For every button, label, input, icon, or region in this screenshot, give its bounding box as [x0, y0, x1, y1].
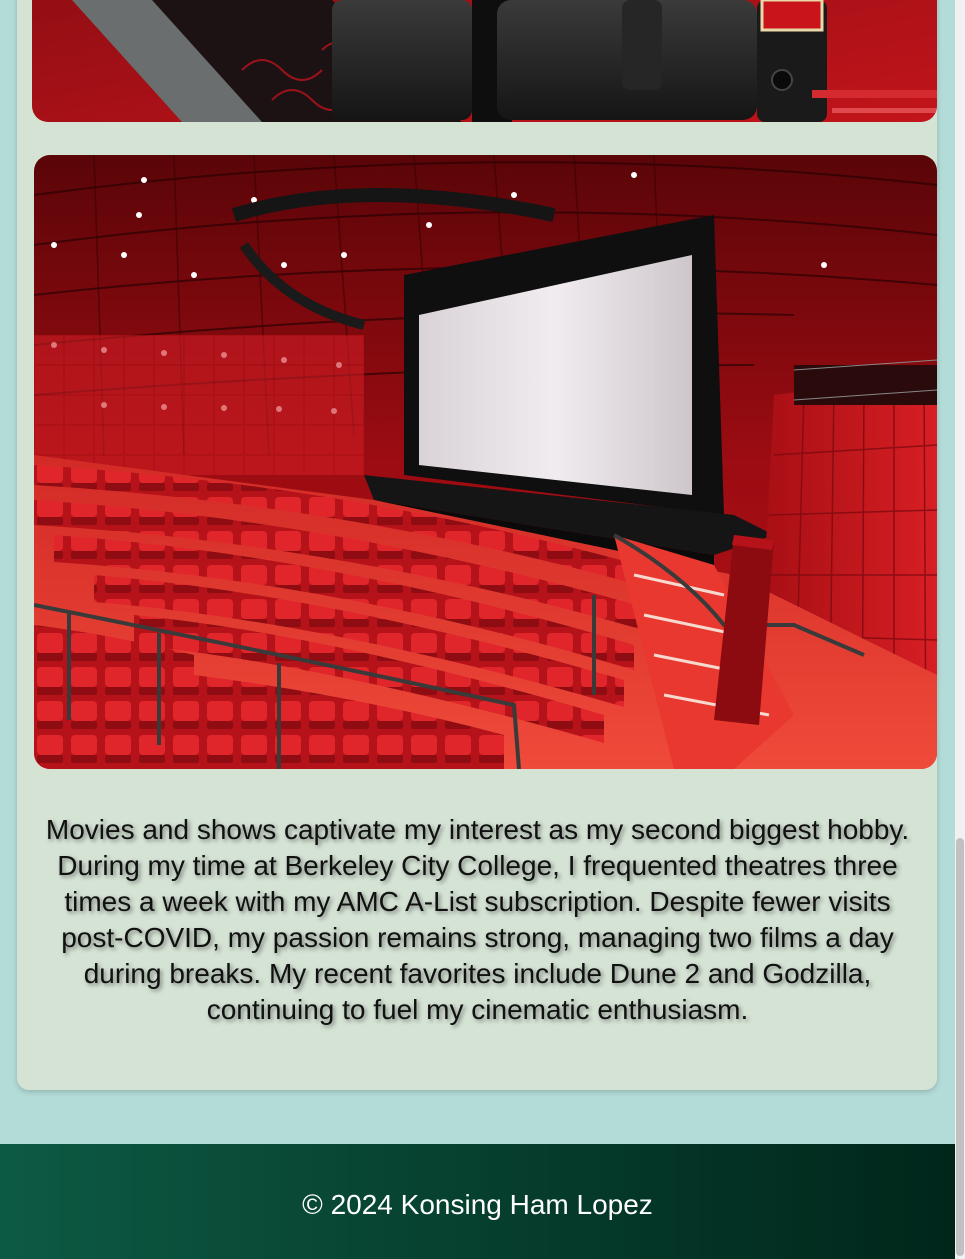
page-viewport: Movies and shows captivate my interest a…: [0, 0, 955, 1259]
hobby-description: Movies and shows captivate my interest a…: [45, 814, 910, 1025]
auditorium-illustration: [34, 155, 937, 769]
site-footer: © 2024 Konsing Ham Lopez: [0, 1144, 955, 1259]
vertical-scrollbar[interactable]: [955, 0, 965, 1259]
footer-copyright: © 2024 Konsing Ham Lopez: [302, 1189, 653, 1220]
theater-seats-illustration: [32, 0, 937, 122]
theater-seats-photo: [32, 0, 937, 122]
scrollbar-thumb[interactable]: [956, 838, 964, 1256]
theater-auditorium-photo: [34, 155, 937, 769]
